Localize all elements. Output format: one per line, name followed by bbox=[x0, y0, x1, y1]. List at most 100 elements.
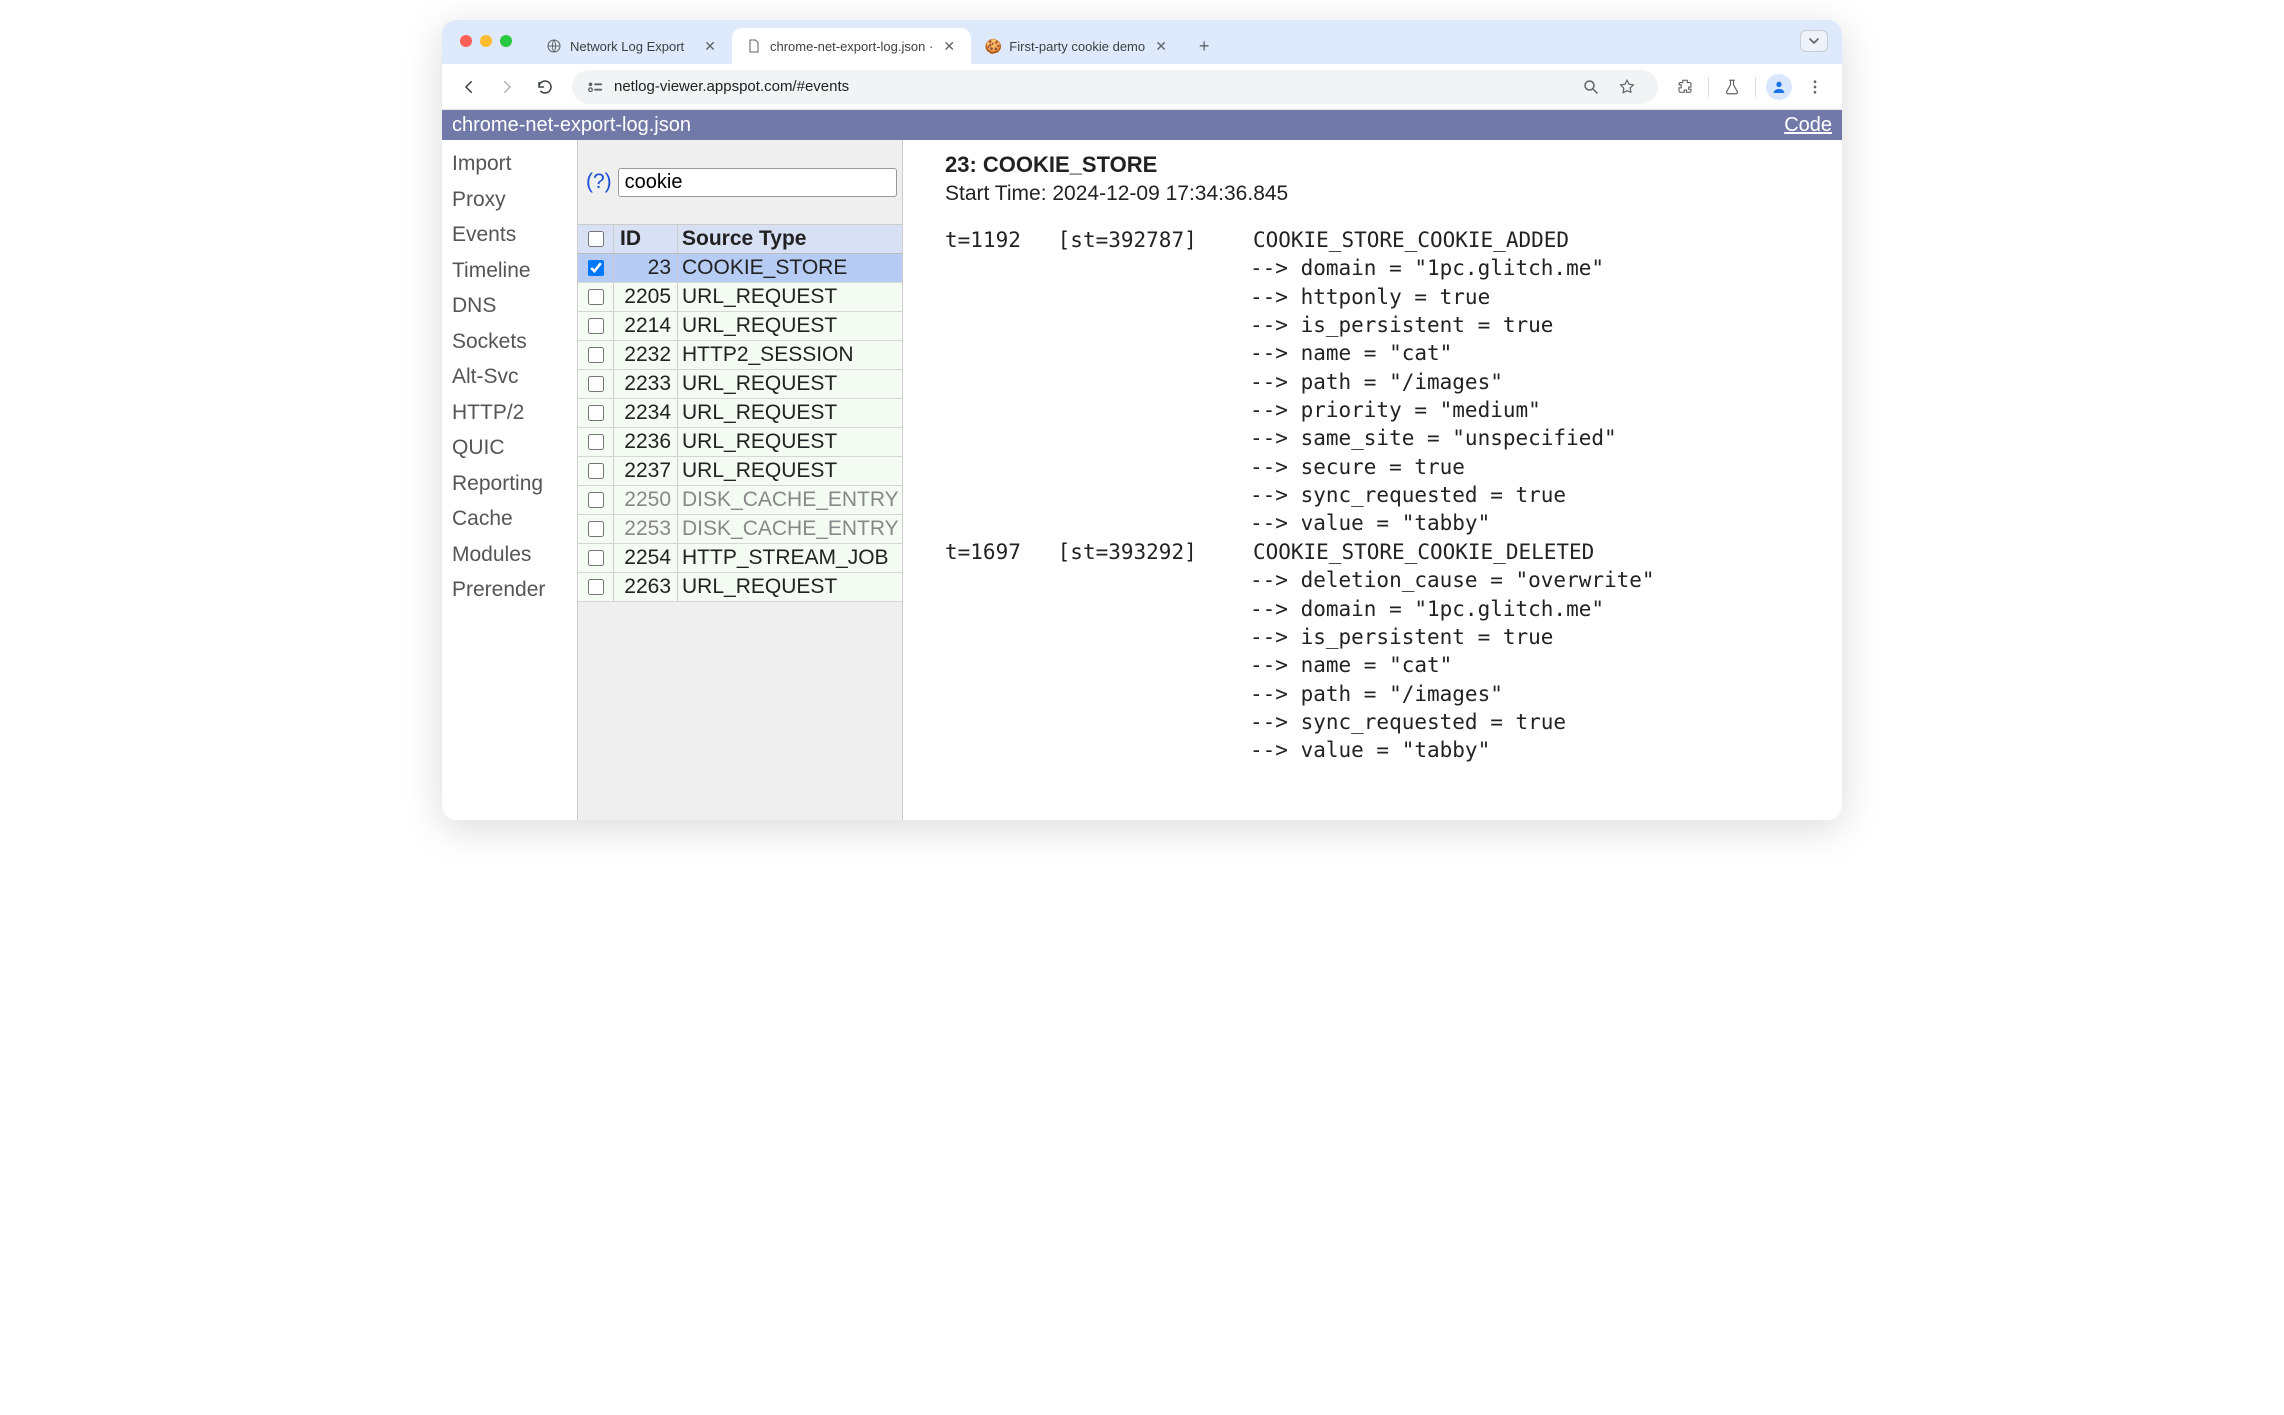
sidebar-item-sockets[interactable]: Sockets bbox=[452, 324, 577, 360]
row-id: 2263 bbox=[614, 573, 678, 601]
address-bar[interactable]: netlog-viewer.appspot.com/#events bbox=[572, 70, 1658, 104]
row-source: DISK_CACHE_ENTRY bbox=[678, 486, 902, 514]
row-source: URL_REQUEST bbox=[678, 457, 902, 485]
table-row[interactable]: 2254HTTP_STREAM_JOB bbox=[578, 544, 902, 573]
row-source: HTTP2_SESSION bbox=[678, 341, 902, 369]
tab-close-icon[interactable]: ✕ bbox=[702, 38, 718, 54]
tab-favicon-icon bbox=[546, 38, 562, 54]
sidebar-item-import[interactable]: Import bbox=[452, 146, 577, 182]
sidebar-item-proxy[interactable]: Proxy bbox=[452, 182, 577, 218]
row-source: HTTP_STREAM_JOB bbox=[678, 544, 902, 572]
browser-window: Network Log Export✕chrome-net-export-log… bbox=[442, 20, 1842, 820]
table-row[interactable]: 2250DISK_CACHE_ENTRY bbox=[578, 486, 902, 515]
code-link[interactable]: Code bbox=[1784, 114, 1832, 137]
table-row[interactable]: 2236URL_REQUEST bbox=[578, 428, 902, 457]
detail-pane: 23: COOKIE_STORE Start Time: 2024-12-09 … bbox=[903, 140, 1842, 820]
forward-button[interactable] bbox=[490, 70, 524, 104]
tab-title: Network Log Export bbox=[570, 39, 694, 54]
sidebar-item-prerender[interactable]: Prerender bbox=[452, 572, 577, 608]
row-checkbox[interactable] bbox=[588, 289, 604, 305]
row-checkbox[interactable] bbox=[588, 550, 604, 566]
tab-close-icon[interactable]: ✕ bbox=[1153, 38, 1169, 54]
row-id: 2214 bbox=[614, 312, 678, 340]
row-id: 23 bbox=[614, 254, 678, 282]
row-source: URL_REQUEST bbox=[678, 283, 902, 311]
row-id: 2205 bbox=[614, 283, 678, 311]
row-id: 2250 bbox=[614, 486, 678, 514]
filter-input[interactable] bbox=[618, 168, 897, 197]
bookmark-icon[interactable] bbox=[1610, 70, 1644, 104]
row-checkbox[interactable] bbox=[588, 376, 604, 392]
tab-title: First-party cookie demo bbox=[1009, 39, 1145, 54]
tab-title: chrome-net-export-log.json · bbox=[770, 39, 933, 54]
tab-close-icon[interactable]: ✕ bbox=[941, 38, 957, 54]
tab-favicon-icon: 🍪 bbox=[985, 38, 1001, 54]
table-row[interactable]: 2253DISK_CACHE_ENTRY bbox=[578, 515, 902, 544]
table-row[interactable]: 2263URL_REQUEST bbox=[578, 573, 902, 602]
row-checkbox[interactable] bbox=[588, 347, 604, 363]
detail-title: 23: COOKIE_STORE bbox=[945, 150, 1832, 180]
row-checkbox[interactable] bbox=[588, 521, 604, 537]
table-row[interactable]: 2232HTTP2_SESSION bbox=[578, 341, 902, 370]
table-row[interactable]: 2234URL_REQUEST bbox=[578, 399, 902, 428]
sidebar-item-quic[interactable]: QUIC bbox=[452, 430, 577, 466]
filter-help-link[interactable]: (?) bbox=[586, 170, 612, 194]
browser-tab[interactable]: chrome-net-export-log.json · ✕ bbox=[732, 28, 971, 64]
row-checkbox[interactable] bbox=[588, 405, 604, 421]
app-body: ImportProxyEventsTimelineDNSSocketsAlt-S… bbox=[442, 140, 1842, 820]
row-checkbox[interactable] bbox=[588, 492, 604, 508]
row-id: 2233 bbox=[614, 370, 678, 398]
new-tab-button[interactable]: + bbox=[1189, 31, 1219, 61]
table-row[interactable]: 2233URL_REQUEST bbox=[578, 370, 902, 399]
sidebar-item-alt-svc[interactable]: Alt-Svc bbox=[452, 359, 577, 395]
row-checkbox[interactable] bbox=[588, 260, 604, 276]
zoom-icon[interactable] bbox=[1574, 70, 1608, 104]
sidebar-item-events[interactable]: Events bbox=[452, 217, 577, 253]
labs-icon[interactable] bbox=[1715, 70, 1749, 104]
browser-tab[interactable]: 🍪 First-party cookie demo ✕ bbox=[971, 28, 1183, 64]
reload-button[interactable] bbox=[528, 70, 562, 104]
row-id: 2232 bbox=[614, 341, 678, 369]
sidebar-item-reporting[interactable]: Reporting bbox=[452, 466, 577, 502]
row-source: URL_REQUEST bbox=[678, 399, 902, 427]
start-label: Start Time: bbox=[945, 182, 1052, 205]
table-row[interactable]: 2214URL_REQUEST bbox=[578, 312, 902, 341]
row-checkbox[interactable] bbox=[588, 579, 604, 595]
row-source: URL_REQUEST bbox=[678, 312, 902, 340]
sidebar-item-http-2[interactable]: HTTP/2 bbox=[452, 395, 577, 431]
sidebar-item-timeline[interactable]: Timeline bbox=[452, 253, 577, 289]
header-source[interactable]: Source Type bbox=[678, 225, 902, 253]
extensions-icon[interactable] bbox=[1668, 70, 1702, 104]
minimize-window-icon[interactable] bbox=[480, 35, 492, 47]
profile-button[interactable] bbox=[1762, 70, 1796, 104]
url-text: netlog-viewer.appspot.com/#events bbox=[614, 78, 849, 95]
close-window-icon[interactable] bbox=[460, 35, 472, 47]
row-id: 2236 bbox=[614, 428, 678, 456]
back-button[interactable] bbox=[452, 70, 486, 104]
table-row[interactable]: 23COOKIE_STORE bbox=[578, 254, 902, 283]
row-checkbox[interactable] bbox=[588, 463, 604, 479]
sidebar-item-dns[interactable]: DNS bbox=[452, 288, 577, 324]
table-row[interactable]: 2237URL_REQUEST bbox=[578, 457, 902, 486]
maximize-window-icon[interactable] bbox=[500, 35, 512, 47]
divider bbox=[1755, 77, 1756, 97]
row-checkbox[interactable] bbox=[588, 318, 604, 334]
log-output: t=1192 [st=392787] COOKIE_STORE_COOKIE_A… bbox=[945, 226, 1832, 765]
row-source: URL_REQUEST bbox=[678, 573, 902, 601]
app-header: chrome-net-export-log.json Code bbox=[442, 110, 1842, 140]
row-checkbox[interactable] bbox=[588, 434, 604, 450]
tab-overflow-button[interactable] bbox=[1800, 30, 1828, 52]
select-all-checkbox[interactable] bbox=[588, 231, 604, 247]
sidebar-item-cache[interactable]: Cache bbox=[452, 501, 577, 537]
browser-tab[interactable]: Network Log Export ✕ bbox=[532, 28, 732, 64]
header-id[interactable]: ID bbox=[614, 225, 678, 253]
row-source: URL_REQUEST bbox=[678, 370, 902, 398]
row-source: DISK_CACHE_ENTRY bbox=[678, 515, 902, 543]
table-row[interactable]: 2205URL_REQUEST bbox=[578, 283, 902, 312]
events-column: (?) 12 of 69 ID Source Type 23COOKIE_STO… bbox=[577, 140, 903, 820]
row-source: URL_REQUEST bbox=[678, 428, 902, 456]
sidebar-item-modules[interactable]: Modules bbox=[452, 537, 577, 573]
kebab-menu-icon[interactable] bbox=[1798, 70, 1832, 104]
row-id: 2254 bbox=[614, 544, 678, 572]
site-info-icon[interactable] bbox=[586, 79, 604, 95]
